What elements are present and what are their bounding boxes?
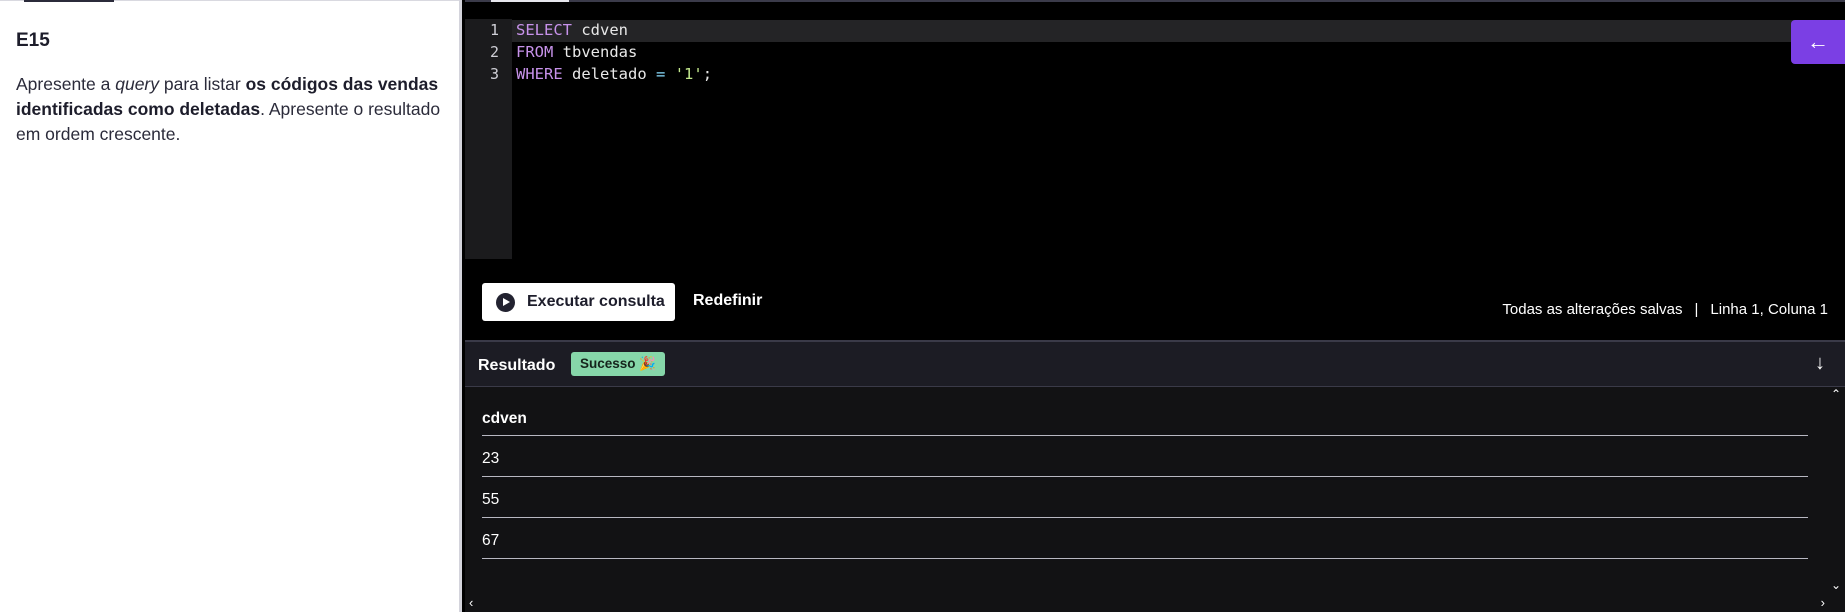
run-query-label: Executar consulta xyxy=(527,293,665,310)
scroll-down-icon[interactable]: ⌄ xyxy=(1831,578,1841,592)
table-row: 67 xyxy=(482,518,1808,559)
description-text: Apresente a xyxy=(16,74,116,94)
scroll-up-icon[interactable]: ⌃ xyxy=(1831,387,1841,401)
exercise-description: Apresente a query para listar os códigos… xyxy=(16,72,448,147)
divider xyxy=(465,0,1845,2)
column-header: cdven xyxy=(482,402,1808,436)
table-row: 55 xyxy=(482,477,1808,518)
sql-keyword: SELECT xyxy=(516,21,572,39)
current-line-highlight xyxy=(512,20,1845,42)
sql-text: cdven xyxy=(572,21,628,39)
description-text: para listar xyxy=(159,74,246,94)
sql-operator: = xyxy=(656,65,666,83)
reset-button[interactable]: Redefinir xyxy=(693,292,762,310)
result-title: Resultado xyxy=(478,357,556,374)
run-query-button[interactable]: Executar consulta xyxy=(482,283,675,321)
arrow-down-icon[interactable]: ↓ xyxy=(1815,352,1825,375)
code-line[interactable]: SELECT cdven xyxy=(516,21,628,39)
result-panel: Resultado Sucesso 🎉 ↓ cdven 23 55 67 ⌃ ⌄… xyxy=(465,340,1845,612)
editor-status: Todas as alterações salvas | Linha 1, Colu… xyxy=(1502,301,1828,318)
editor-tab-indicator xyxy=(491,0,569,2)
code-line[interactable]: FROM tbvendas xyxy=(516,43,637,61)
line-number: 3 xyxy=(489,65,499,83)
arrow-left-icon: ← xyxy=(1807,29,1829,54)
play-icon xyxy=(496,292,515,312)
tab-indicator xyxy=(24,0,114,2)
scroll-right-icon[interactable]: › xyxy=(1821,595,1825,610)
line-number: 1 xyxy=(489,21,499,39)
back-arrow-button[interactable]: ← xyxy=(1791,20,1845,64)
status-badge: Sucesso 🎉 xyxy=(571,352,666,376)
result-table: cdven 23 55 67 xyxy=(482,402,1808,559)
line-number: 2 xyxy=(489,43,499,61)
description-italic: query xyxy=(115,74,160,94)
scroll-left-icon[interactable]: ‹ xyxy=(469,595,473,610)
sql-text: ; xyxy=(702,65,713,83)
sql-text: tbvendas xyxy=(553,43,638,61)
table-row: 23 xyxy=(482,436,1808,477)
sql-keyword: FROM xyxy=(516,43,554,61)
exercise-title: E15 xyxy=(16,30,50,51)
status-separator: | xyxy=(1694,301,1699,318)
editor-area: 1 2 3 SELECT cdven FROM tbvendas WHERE d… xyxy=(465,0,1845,612)
cursor-position: Linha 1, Coluna 1 xyxy=(1710,301,1828,318)
code-line[interactable]: WHERE deletado = '1'; xyxy=(516,65,712,83)
save-status: Todas as alterações salvas xyxy=(1502,301,1683,318)
result-header: Resultado Sucesso 🎉 ↓ xyxy=(465,342,1845,387)
sql-keyword: WHERE xyxy=(516,65,563,83)
instructions-panel: E15 Apresente a query para listar os cód… xyxy=(0,0,462,612)
sql-string: '1' xyxy=(674,65,703,83)
sql-text: deletado xyxy=(562,65,656,83)
